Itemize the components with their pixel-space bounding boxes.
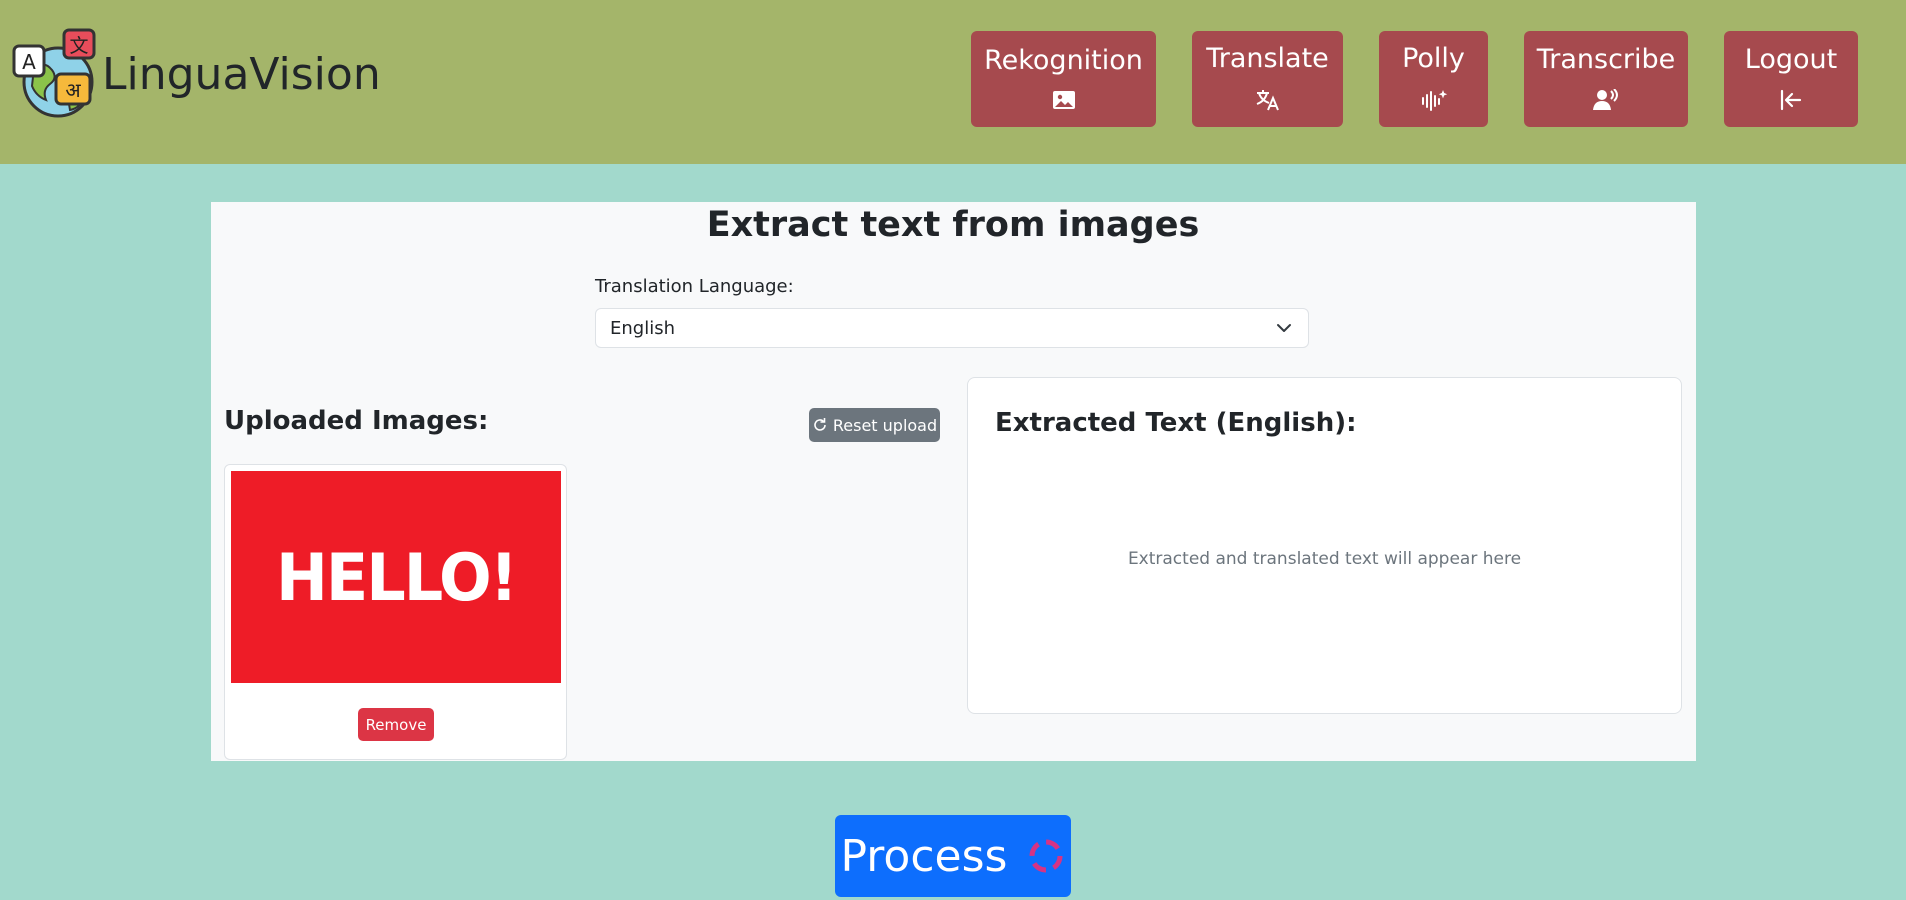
translate-icon [1256,89,1279,110]
uploaded-images-heading: Uploaded Images: [224,406,489,436]
page-title: Extract text from images [706,205,1200,245]
remove-image-button[interactable]: Remove [358,708,434,741]
brand-name: LinguaVision [102,48,381,100]
chevron-down-icon [1277,324,1291,332]
svg-text:A: A [22,50,36,74]
svg-text:अ: अ [65,78,81,102]
nav-translate-button[interactable]: Translate [1192,31,1343,127]
uploaded-image-card: HELLO! Remove [224,464,567,760]
nav-rekognition-label: Rekognition [984,44,1143,76]
nav-polly-button[interactable]: Polly [1379,31,1488,127]
top-navbar: A 文 अ LinguaVision Rekognition Translate… [0,0,1906,164]
nav-transcribe-label: Transcribe [1536,43,1676,75]
extracted-text-heading: Extracted Text (English): [995,408,1357,438]
thumbnail-text: HELLO! [275,538,518,616]
loading-spinner-icon [1029,839,1063,873]
translation-language-value: English [610,318,675,339]
process-label: Process [840,830,1008,882]
svg-text:文: 文 [69,35,88,57]
image-icon [1052,90,1075,109]
nav-logout-label: Logout [1744,43,1838,75]
translation-language-label: Translation Language: [595,276,794,297]
reset-upload-button[interactable]: Reset upload [809,408,940,442]
nav-logout-button[interactable]: Logout [1724,31,1858,127]
uploaded-image-thumbnail: HELLO! [231,471,561,683]
globe-translate-logo-icon: A 文 अ [12,28,96,118]
audio-wave-icon [1421,89,1447,111]
nav-rekognition-button[interactable]: Rekognition [971,31,1156,127]
nav-polly-label: Polly [1402,42,1465,74]
logout-arrow-icon [1780,89,1802,110]
reset-upload-label: Reset upload [832,415,938,435]
nav-translate-label: Translate [1206,42,1329,74]
nav-transcribe-button[interactable]: Transcribe [1524,31,1688,127]
translation-language-select[interactable]: English [595,308,1309,348]
extracted-text-card: Extracted Text (English): Extracted and … [967,377,1682,714]
extracted-text-placeholder: Extracted and translated text will appea… [1127,549,1522,569]
person-voice-icon [1593,88,1618,110]
refresh-icon [814,418,826,431]
process-button[interactable]: Process [835,815,1071,897]
brand[interactable]: A 文 अ LinguaVision [12,28,381,120]
